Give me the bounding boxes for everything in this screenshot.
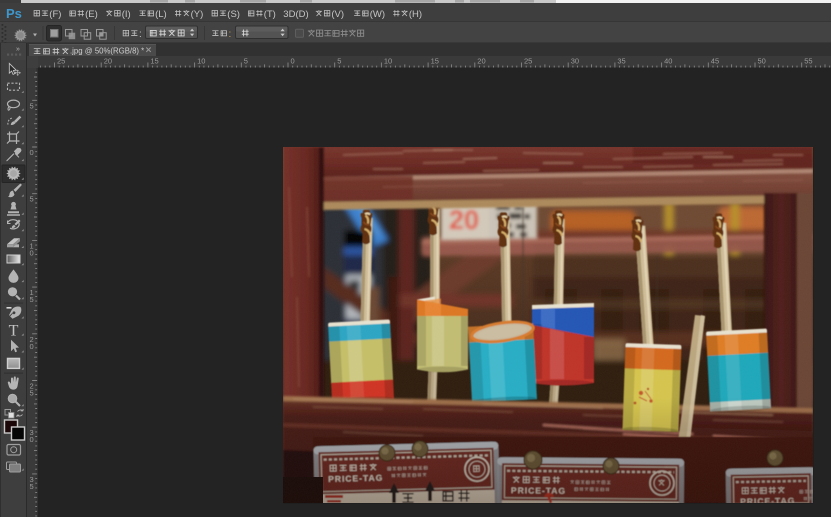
svg-text:5: 5 — [30, 295, 34, 304]
svg-text:(V): (V) — [331, 9, 344, 20]
svg-text:5: 5 — [30, 101, 34, 110]
svg-text:45: 45 — [711, 57, 719, 66]
svg-text:10: 10 — [384, 57, 392, 66]
svg-text:(I): (I) — [122, 9, 131, 20]
svg-text:(L): (L) — [155, 9, 167, 20]
svg-text:40: 40 — [664, 57, 672, 66]
svg-text:15: 15 — [431, 57, 439, 66]
svg-text::: : — [229, 29, 232, 40]
svg-text:0: 0 — [30, 435, 34, 444]
svg-text::: : — [139, 29, 142, 40]
svg-text:.jpg @ 50%(RGB/8) *: .jpg @ 50%(RGB/8) * — [70, 46, 144, 55]
svg-text:0: 0 — [30, 148, 34, 157]
svg-text:5: 5 — [30, 195, 34, 204]
svg-text:(W): (W) — [370, 9, 385, 20]
svg-text:(H): (H) — [409, 9, 422, 20]
svg-text:10: 10 — [197, 57, 205, 66]
svg-text:»: » — [16, 46, 20, 53]
svg-text:(F): (F) — [49, 9, 61, 20]
svg-text:55: 55 — [804, 57, 812, 66]
svg-text:5: 5 — [244, 57, 248, 66]
svg-text:0: 0 — [291, 57, 295, 66]
svg-text:20: 20 — [104, 57, 112, 66]
svg-text:20: 20 — [477, 57, 485, 66]
svg-text:25: 25 — [524, 57, 532, 66]
svg-text:3D(D): 3D(D) — [283, 9, 308, 20]
svg-text:15: 15 — [150, 57, 158, 66]
svg-text:(S): (S) — [227, 9, 240, 20]
svg-text:Ps: Ps — [6, 6, 22, 21]
svg-text:50: 50 — [758, 57, 766, 66]
svg-text:5: 5 — [337, 57, 341, 66]
svg-text:(E): (E) — [85, 9, 98, 20]
svg-text:5: 5 — [30, 482, 34, 491]
svg-text:30: 30 — [571, 57, 579, 66]
svg-text:35: 35 — [617, 57, 625, 66]
svg-text:(T): (T) — [264, 9, 276, 20]
svg-text:0: 0 — [30, 342, 34, 351]
svg-text:5: 5 — [30, 389, 34, 398]
svg-text:0: 0 — [30, 248, 34, 257]
svg-text:T: T — [9, 322, 19, 339]
svg-text:(Y): (Y) — [191, 9, 204, 20]
svg-text:25: 25 — [57, 57, 65, 66]
